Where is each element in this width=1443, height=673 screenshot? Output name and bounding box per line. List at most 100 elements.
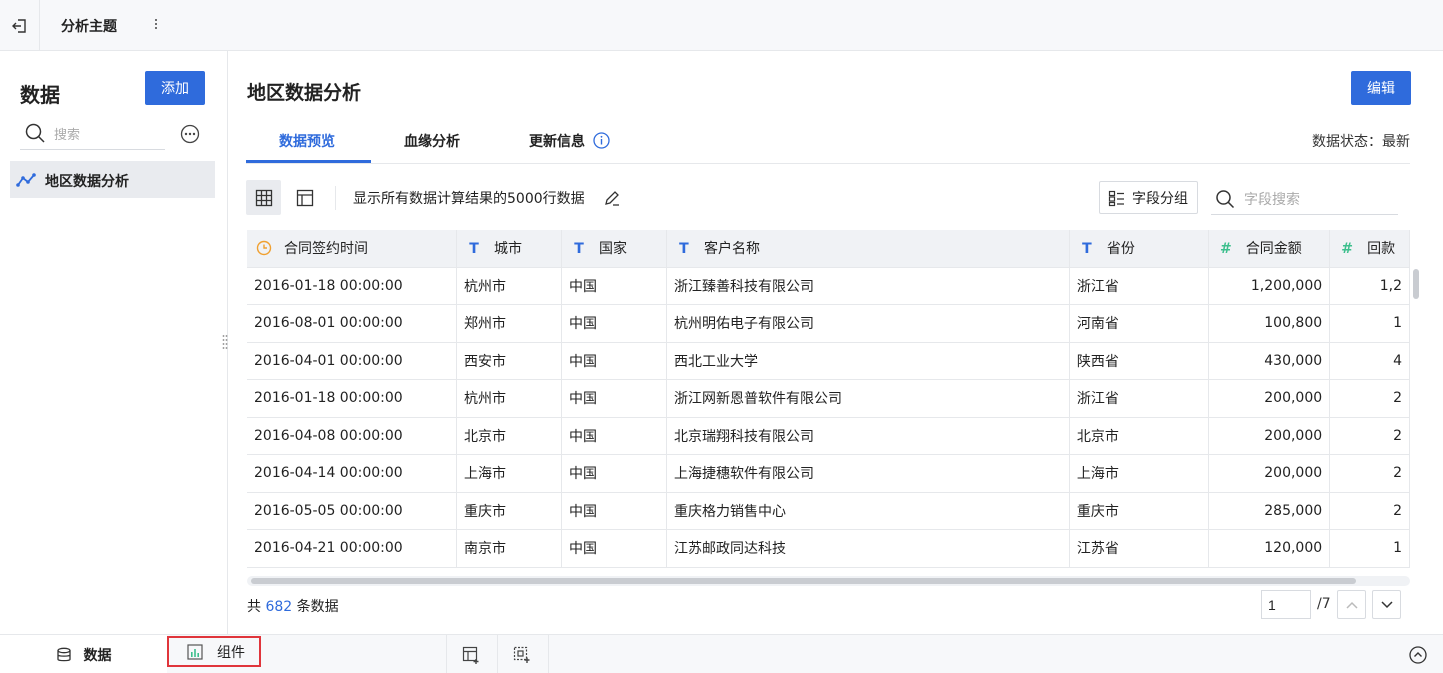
column-header-province[interactable]: T 省份 xyxy=(1069,230,1209,268)
table-cell: 2016-01-18 00:00:00 xyxy=(247,379,458,418)
number-type-icon: # xyxy=(1341,241,1354,258)
bar-chart-icon xyxy=(187,644,203,660)
toolbar-divider xyxy=(335,186,336,210)
table-cell: 西北工业大学 xyxy=(666,342,1070,380)
table-cell: 重庆格力销售中心 xyxy=(666,492,1070,530)
number-type-icon: # xyxy=(1219,241,1232,258)
grid-view-button[interactable] xyxy=(246,180,281,215)
table-cell: 中国 xyxy=(561,454,667,493)
table-cell: 120,000 xyxy=(1208,529,1331,568)
table-row[interactable]: 2016-04-01 00:00:00 西安市 中国 西北工业大学 陕西省 430,000… xyxy=(247,342,1410,380)
add-component-icon xyxy=(513,646,530,663)
more-circle-icon[interactable] xyxy=(180,124,200,144)
sidebar-search-input[interactable]: 搜索 xyxy=(20,119,165,150)
text-type-icon: T xyxy=(469,241,479,258)
table-row[interactable]: 2016-05-05 00:00:00 重庆市 中国 重庆格力销售中心 重庆市 285,0… xyxy=(247,492,1410,530)
tab-update-info[interactable]: 更新信息 xyxy=(529,131,610,151)
search-placeholder: 搜索 xyxy=(54,128,81,143)
table-cell: 上海市 xyxy=(1069,454,1209,493)
edit-pencil-icon[interactable] xyxy=(603,189,621,207)
column-header-country[interactable]: T 国家 xyxy=(561,230,667,268)
layout-view-button[interactable] xyxy=(287,180,322,215)
more-options-icon[interactable] xyxy=(150,14,162,34)
horizontal-scrollbar-thumb[interactable] xyxy=(251,578,1356,584)
table-cell: 2016-08-01 00:00:00 xyxy=(247,304,458,343)
table-cell: 北京市 xyxy=(1069,417,1209,455)
table-cell: 中国 xyxy=(561,342,667,380)
table-header-row: 合同签约时间 T 城市 T 国家 T 客户名称 T 省份 # 合同金额 # 回款 xyxy=(247,230,1410,268)
text-type-icon: T xyxy=(574,241,584,258)
table-cell: 中国 xyxy=(561,492,667,530)
table-cell: 江苏省 xyxy=(1069,529,1209,568)
collapse-button[interactable] xyxy=(1393,635,1443,673)
table-cell: 430,000 xyxy=(1208,342,1331,380)
exit-button[interactable] xyxy=(0,0,40,51)
column-header-city[interactable]: T 城市 xyxy=(456,230,562,268)
sidebar-item-region-analysis[interactable]: 地区数据分析 xyxy=(10,161,215,198)
bottom-divider xyxy=(548,635,549,673)
table-cell: 中国 xyxy=(561,379,667,418)
table-cell: 2 xyxy=(1329,492,1410,530)
vertical-scrollbar-thumb[interactable] xyxy=(1413,269,1419,299)
info-icon[interactable] xyxy=(593,132,610,149)
vertical-scrollbar[interactable] xyxy=(1413,269,1419,569)
table-row[interactable]: 2016-04-08 00:00:00 北京市 中国 北京瑞翔科技有限公司 北京市 200… xyxy=(247,417,1410,455)
column-header-contract-amount[interactable]: # 合同金额 xyxy=(1208,230,1331,268)
table-row[interactable]: 2016-04-21 00:00:00 南京市 中国 江苏邮政同达科技 江苏省 120,0… xyxy=(247,529,1410,568)
table-cell: 浙江网新恩普软件有限公司 xyxy=(666,379,1070,418)
table-cell: 西安市 xyxy=(456,342,562,380)
database-icon xyxy=(56,647,71,661)
field-group-icon xyxy=(1108,190,1124,207)
add-button[interactable]: 添加 xyxy=(145,71,205,105)
table-cell: 2016-01-18 00:00:00 xyxy=(247,267,458,305)
column-header-payment[interactable]: # 回款 xyxy=(1329,230,1410,268)
data-table: 合同签约时间 T 城市 T 国家 T 客户名称 T 省份 # 合同金额 # 回款 2016-… xyxy=(247,230,1410,576)
bottom-tab-component[interactable]: 组件 xyxy=(167,636,261,667)
table-cell: 郑州市 xyxy=(456,304,562,343)
table-cell: 上海捷穗软件有限公司 xyxy=(666,454,1070,493)
table-cell: 中国 xyxy=(561,304,667,343)
tab-data-preview[interactable]: 数据预览 xyxy=(279,131,335,151)
add-dashboard-button[interactable] xyxy=(446,635,496,673)
table-cell: 中国 xyxy=(561,529,667,568)
table-row[interactable]: 2016-01-18 00:00:00 杭州市 中国 浙江臻善科技有限公司 浙江省 1,2… xyxy=(247,267,1410,305)
prev-page-button[interactable] xyxy=(1337,590,1366,619)
column-header-customer-name[interactable]: T 客户名称 xyxy=(666,230,1070,268)
bottom-tab-data[interactable]: 数据 xyxy=(0,635,167,673)
tab-update-info-label: 更新信息 xyxy=(529,134,585,150)
active-tab-indicator xyxy=(246,160,371,163)
table-row[interactable]: 2016-08-01 00:00:00 郑州市 中国 杭州明佑电子有限公司 河南省 100… xyxy=(247,304,1410,343)
horizontal-scrollbar[interactable] xyxy=(247,576,1410,586)
text-type-icon: T xyxy=(679,241,689,258)
table-row[interactable]: 2016-04-14 00:00:00 上海市 中国 上海捷穗软件有限公司 上海市 200… xyxy=(247,454,1410,493)
table-cell: 4 xyxy=(1329,342,1410,380)
table-cell: 杭州市 xyxy=(456,267,562,305)
table-cell: 河南省 xyxy=(1069,304,1209,343)
column-header-contract-date[interactable]: 合同签约时间 xyxy=(247,230,458,268)
edit-button[interactable]: 编辑 xyxy=(1351,71,1411,105)
data-sidebar: 数据 添加 搜索 地区数据分析 xyxy=(0,51,228,634)
table-cell: 2 xyxy=(1329,379,1410,418)
bottom-bar: 数据 组件 xyxy=(0,634,1443,673)
field-group-button[interactable]: 字段分组 xyxy=(1099,181,1198,214)
next-page-button[interactable] xyxy=(1372,590,1401,619)
table-cell: 北京瑞翔科技有限公司 xyxy=(666,417,1070,455)
table-cell: 285,000 xyxy=(1208,492,1331,530)
sidebar-item-label: 地区数据分析 xyxy=(45,174,129,190)
table-cell: 1 xyxy=(1329,529,1410,568)
sidebar-header: 数据 xyxy=(20,83,60,107)
table-cell: 200,000 xyxy=(1208,379,1331,418)
add-story-button[interactable] xyxy=(497,635,547,673)
panel-resize-handle[interactable] xyxy=(222,334,228,352)
table-cell: 200,000 xyxy=(1208,454,1331,493)
grid-icon xyxy=(255,189,272,206)
tab-lineage-analysis[interactable]: 血缘分析 xyxy=(404,131,460,151)
table-row[interactable]: 2016-01-18 00:00:00 杭州市 中国 浙江网新恩普软件有限公司 浙江省 2… xyxy=(247,379,1410,418)
table-cell: 1,200,000 xyxy=(1208,267,1331,305)
page-number-input[interactable] xyxy=(1261,590,1311,619)
exit-icon xyxy=(11,18,26,33)
table-cell: 陕西省 xyxy=(1069,342,1209,380)
topic-title[interactable]: 分析主题 xyxy=(61,16,117,36)
field-search-input[interactable]: 字段搜索 xyxy=(1211,181,1398,215)
table-cell: 杭州市 xyxy=(456,379,562,418)
